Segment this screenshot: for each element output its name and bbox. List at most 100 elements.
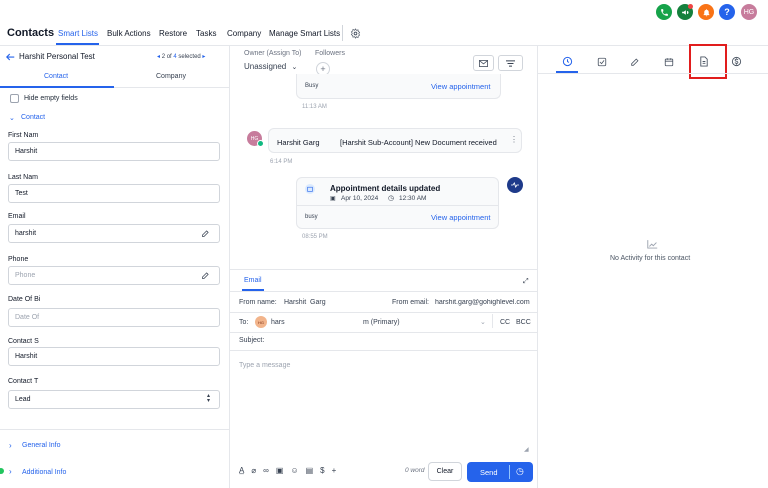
tab-company-panel[interactable]: Company [156, 73, 186, 80]
activity-feed-panel: Owner (Assign To) Unassigned ⌄ Followers… [230, 46, 538, 488]
appointment-date: Apr 10, 2024 [341, 195, 379, 202]
email-activity-card[interactable]: Harshit Garg [Harshit Sub-Account] New D… [268, 128, 522, 153]
field-label-first-name: First Nam [8, 132, 39, 139]
document-icon[interactable]: ▤ [306, 466, 314, 475]
select-arrows-icon: ▴ ▾ [206, 393, 210, 404]
phone-field[interactable]: Phone [8, 266, 220, 285]
from-email-text: harshit.garg@gohighlevel.com [435, 299, 530, 306]
hide-empty-checkbox[interactable] [10, 94, 19, 103]
emoji-icon[interactable]: ☺ [290, 466, 298, 475]
gear-icon[interactable] [349, 27, 361, 39]
chevron-right-icon[interactable]: › [9, 441, 12, 450]
recipient-avatar: HG [255, 316, 267, 328]
resize-handle-icon[interactable]: ◢ [524, 446, 529, 453]
image-icon[interactable]: ▣ [276, 466, 284, 475]
clock-icon[interactable] [561, 55, 574, 68]
megaphone-icon[interactable] [677, 4, 693, 20]
back-arrow-icon[interactable] [5, 52, 15, 62]
composer-top-border [230, 269, 538, 270]
field-label-contact-type: Contact T [8, 378, 39, 385]
clock-icon: ◷ [388, 195, 395, 202]
top-navigation: ? HG Contacts Smart Lists Bulk Actions R… [0, 0, 768, 46]
tab-company[interactable]: Company [227, 29, 261, 38]
link-icon[interactable]: ∞ [263, 466, 269, 475]
pencil-icon[interactable] [201, 271, 211, 281]
calendar-icon [305, 184, 315, 194]
next-icon[interactable]: ▸ [202, 54, 205, 60]
expand-icon[interactable]: ⤢ [523, 278, 529, 286]
dollar-icon[interactable]: $ [320, 466, 324, 475]
cc-button[interactable]: CC [500, 319, 510, 326]
message-body-input[interactable]: Type a message [239, 360, 529, 450]
composer-tab-email[interactable]: Email [244, 277, 262, 284]
text-format-icon[interactable]: A̲ [239, 466, 244, 475]
tab-smart-lists[interactable]: Smart Lists [58, 29, 98, 38]
email-field[interactable]: harshit [8, 224, 220, 243]
clear-button[interactable]: Clear [428, 462, 462, 481]
bcc-button[interactable]: BCC [516, 319, 531, 326]
chevron-down-icon[interactable]: ⌄ [9, 114, 15, 122]
document-icon[interactable] [697, 55, 710, 68]
date-of-birth-field[interactable]: Date Of [8, 308, 220, 327]
section-general-info[interactable]: General Info [22, 442, 61, 449]
owner-select[interactable]: Unassigned ⌄ [244, 62, 297, 71]
send-divider [509, 465, 510, 479]
from-name-label: From name: [239, 299, 277, 306]
phone-icon[interactable] [656, 4, 672, 20]
field-label-email: Email [8, 213, 26, 220]
filter-icon[interactable] [498, 55, 523, 71]
calendar-icon[interactable] [662, 55, 675, 68]
email-value: harshit [15, 230, 37, 237]
schedule-icon[interactable]: ◷ [516, 466, 524, 477]
from-email-label: From email: [392, 299, 429, 306]
envelope-icon[interactable] [473, 55, 494, 71]
from-name-value[interactable]: Harshit Garg [284, 299, 326, 306]
prev-icon[interactable]: ◂ [157, 54, 160, 60]
pencil-icon[interactable] [628, 55, 641, 68]
chevron-right-icon[interactable]: › [9, 467, 12, 476]
subject-input[interactable] [274, 334, 529, 347]
empty-state-text: No Activity for this contact [610, 255, 691, 262]
appointment-status: Busy [305, 83, 319, 89]
contact-source-field[interactable]: Harshit [8, 347, 220, 366]
tab-restore[interactable]: Restore [159, 29, 187, 38]
attachment-icon[interactable]: ⌀ [251, 466, 256, 475]
pager: ◂ 2 of 4 selected ▸ [157, 53, 205, 60]
composer-divider [230, 332, 538, 333]
field-label-date-of-birth: Date Of Bi [8, 296, 41, 303]
recipient-primary: m (Primary) [363, 319, 400, 326]
contact-type-select[interactable]: Lead ▴ ▾ [8, 390, 220, 409]
tab-bulk-actions[interactable]: Bulk Actions [107, 29, 151, 38]
from-email-value[interactable]: harshit.garg@gohighlevel.com [435, 299, 533, 306]
section-contact[interactable]: Contact [21, 114, 45, 121]
avatar[interactable]: HG [741, 4, 757, 20]
view-appointment-link[interactable]: View appointment [431, 213, 490, 222]
panel-divider [0, 429, 230, 430]
appointment-card: Appointment details updated ▣ Apr 10, 20… [296, 177, 499, 229]
owner-label: Owner (Assign To) [244, 50, 302, 57]
pencil-icon[interactable] [201, 229, 211, 239]
section-additional-info[interactable]: Additional Info [22, 469, 66, 476]
bell-icon[interactable] [698, 4, 714, 20]
tab-tasks[interactable]: Tasks [196, 29, 216, 38]
tab-manage-smart-lists[interactable]: Manage Smart Lists [269, 29, 340, 38]
contact-type-value: Lead [15, 396, 31, 403]
subject-label: Subject: [239, 337, 265, 344]
chevron-down-icon[interactable]: ⌄ [480, 318, 486, 326]
task-check-icon[interactable] [595, 55, 608, 68]
send-button[interactable]: Send ◷ [467, 462, 533, 482]
contact-title: Harshit Personal Test [19, 52, 95, 61]
plus-icon[interactable]: + [332, 466, 337, 475]
dollar-circle-icon[interactable] [730, 55, 743, 68]
composer-divider [230, 312, 538, 313]
activity-time: 08:55 PM [302, 234, 328, 240]
followers-label: Followers [315, 50, 345, 57]
tab-contact[interactable]: Contact [44, 73, 68, 80]
help-icon[interactable]: ? [719, 4, 735, 20]
view-appointment-link[interactable]: View appointment [431, 82, 490, 91]
email-badge-icon [257, 140, 264, 147]
activity-time: 6:14 PM [270, 159, 293, 165]
first-name-field[interactable]: Harshit [8, 142, 220, 161]
more-options-icon[interactable]: ⋮ [510, 135, 518, 144]
last-name-field[interactable]: Test [8, 184, 220, 203]
